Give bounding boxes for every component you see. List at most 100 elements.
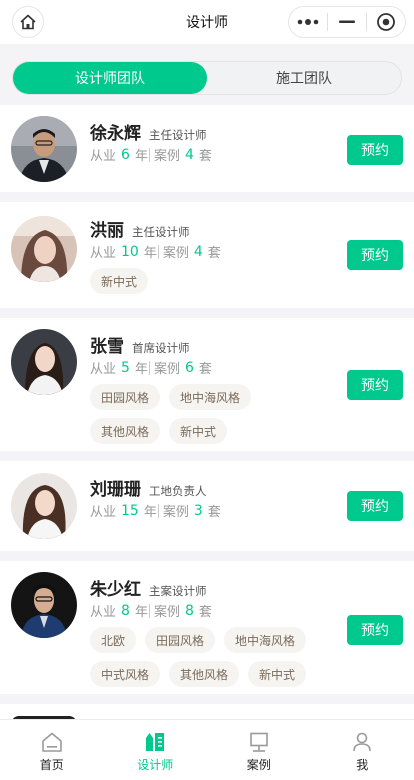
years-value: 8	[121, 602, 130, 619]
designer-title: 主任设计师	[149, 128, 207, 142]
tab-construction-team[interactable]: 施工团队	[207, 62, 401, 94]
cases-prefix: 案例	[153, 362, 180, 377]
designer-stats: 从业 15 年 案例 3 套	[90, 501, 221, 521]
tabbar-item-cases[interactable]: 案例	[207, 720, 311, 780]
cases-unit: 套	[198, 605, 212, 620]
style-tag: 其他风格	[169, 661, 240, 687]
cases-unit: 套	[198, 149, 212, 164]
tabbar-item-me[interactable]: 我	[311, 720, 414, 780]
designer-card[interactable]: 刘珊珊 工地负责人 从业 15 年 案例 3 套 预约	[0, 461, 414, 551]
stats-divider	[148, 360, 150, 375]
designer-icon	[146, 733, 165, 751]
team-tabs: 设计师团队 施工团队	[12, 61, 402, 95]
designer-stats: 从业 8 年 案例 8 套	[90, 601, 212, 621]
stats-divider	[157, 503, 159, 518]
designer-name: 朱少红	[90, 580, 141, 600]
style-tag: 地中海风格	[169, 384, 252, 410]
style-tags: 北欧 田园风格 地中海风格 中式风格 其他风格 新中式	[90, 627, 330, 687]
designer-card[interactable]: 徐永辉 主任设计师 从业 6 年 案例 4 套 预约	[0, 105, 414, 192]
navigation-bar: 设计师	[0, 0, 414, 44]
book-button[interactable]: 预约	[347, 491, 403, 521]
designer-card[interactable]: 朱少红 主案设计师 从业 8 年 案例 8 套 北欧 田园风格 地中海风格 中式…	[0, 561, 414, 694]
tabbar-item-designer[interactable]: 设计师	[104, 720, 208, 780]
years-prefix: 从业	[90, 505, 117, 520]
tabbar-label: 我	[356, 758, 369, 772]
book-button[interactable]: 预约	[347, 370, 403, 400]
designer-title: 首席设计师	[132, 341, 190, 355]
years-prefix: 从业	[90, 605, 117, 620]
target-close-icon	[377, 13, 395, 31]
avatar	[11, 329, 77, 395]
style-tag: 地中海风格	[224, 627, 307, 653]
book-button[interactable]: 预约	[347, 615, 403, 645]
minus-icon	[339, 20, 355, 23]
years-prefix: 从业	[90, 149, 117, 164]
years-value: 5	[121, 359, 130, 376]
cases-value: 8	[184, 602, 194, 619]
stats-divider	[157, 244, 159, 259]
style-tag: 田园风格	[145, 627, 216, 653]
more-dots-icon	[297, 19, 319, 25]
close-button[interactable]	[367, 7, 405, 37]
cases-value: 3	[193, 502, 203, 519]
years-prefix: 从业	[90, 362, 117, 377]
years-prefix: 从业	[90, 246, 117, 261]
years-unit: 年	[143, 505, 157, 520]
designer-card[interactable]: 张雪 首席设计师 从业 5 年 案例 6 套 田园风格 地中海风格 其他风格 新…	[0, 318, 414, 451]
minimize-button[interactable]	[328, 7, 366, 37]
designer-stats: 从业 6 年 案例 4 套	[90, 145, 212, 165]
years-value: 15	[121, 502, 139, 519]
style-tag: 田园风格	[90, 384, 161, 410]
cases-value: 4	[193, 243, 203, 260]
book-button[interactable]: 预约	[347, 135, 403, 165]
style-tag: 中式风格	[90, 661, 161, 687]
avatar	[11, 473, 77, 539]
tabbar-label: 首页	[39, 758, 64, 772]
designer-card[interactable]: 洪丽 主任设计师 从业 10 年 案例 4 套 新中式 预约	[0, 202, 414, 308]
style-tag: 新中式	[169, 418, 228, 444]
years-value: 10	[121, 243, 139, 260]
years-unit: 年	[134, 605, 148, 620]
bottom-tab-bar: 首页 设计师 案例 我	[0, 719, 414, 780]
designer-name: 洪丽	[90, 221, 124, 241]
cases-prefix: 案例	[153, 605, 180, 620]
cases-unit: 套	[198, 362, 212, 377]
style-tags: 田园风格 地中海风格 其他风格 新中式	[90, 384, 330, 444]
style-tag: 其他风格	[90, 418, 161, 444]
tab-designer-team[interactable]: 设计师团队	[13, 62, 207, 94]
designer-stats: 从业 5 年 案例 6 套	[90, 358, 212, 378]
tabbar-item-home[interactable]: 首页	[0, 720, 104, 780]
cases-value: 4	[184, 146, 194, 163]
years-value: 6	[121, 146, 130, 163]
case-icon	[249, 732, 268, 752]
book-button[interactable]: 预约	[347, 240, 403, 270]
style-tags: 新中式	[90, 268, 330, 294]
avatar	[11, 116, 77, 182]
designer-title: 主任设计师	[132, 225, 190, 239]
designer-title: 工地负责人	[149, 484, 207, 498]
mini-program-capsule	[288, 6, 406, 38]
designer-stats: 从业 10 年 案例 4 套	[90, 242, 221, 262]
avatar	[11, 216, 77, 282]
cases-value: 6	[184, 359, 194, 376]
avatar	[11, 572, 77, 638]
cases-prefix: 案例	[162, 505, 189, 520]
home-icon	[41, 732, 62, 752]
tabbar-label: 设计师	[137, 758, 174, 772]
designer-title: 主案设计师	[149, 584, 207, 598]
cases-unit: 套	[207, 505, 221, 520]
style-tag: 北欧	[90, 627, 137, 653]
style-tag: 新中式	[90, 268, 149, 294]
user-icon	[353, 732, 372, 752]
stats-divider	[148, 147, 150, 162]
designer-name: 徐永辉	[90, 124, 141, 144]
designer-name: 刘珊珊	[90, 480, 141, 500]
cases-prefix: 案例	[162, 246, 189, 261]
years-unit: 年	[134, 362, 148, 377]
tabbar-label: 案例	[246, 758, 271, 772]
designer-name: 张雪	[90, 337, 124, 357]
cases-prefix: 案例	[153, 149, 180, 164]
more-button[interactable]	[289, 7, 327, 37]
style-tag: 新中式	[248, 661, 307, 687]
cases-unit: 套	[207, 246, 221, 261]
